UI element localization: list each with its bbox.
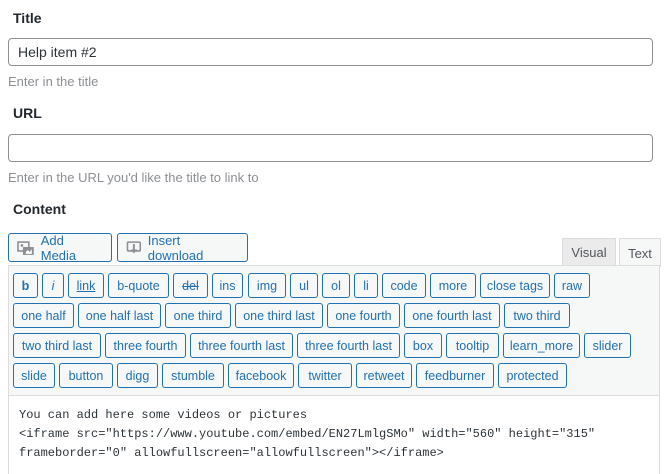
qt-box-button[interactable]: box (404, 333, 442, 358)
content-line: You can add here some videos or pictures (19, 408, 308, 422)
insert-download-label: Insert download (147, 232, 204, 263)
qt-feedburner-button[interactable]: feedburner (416, 363, 494, 388)
qt-one-third-last-button[interactable]: one third last (235, 303, 323, 328)
content-line: <iframe src="https://www.youtube.com/emb… (19, 427, 596, 441)
url-input[interactable] (8, 134, 653, 162)
qt-three-fourth-button[interactable]: three fourth (105, 333, 186, 358)
qt-two-third-last-button[interactable]: two third last (13, 333, 101, 358)
qt-facebook-button[interactable]: facebook (228, 363, 294, 388)
qt-one-third-button[interactable]: one third (165, 303, 231, 328)
download-icon (126, 240, 142, 253)
content-label: Content (13, 201, 66, 217)
qt-one-half-button[interactable]: one half (13, 303, 74, 328)
content-line: frameborder="0" allowfullscreen="allowfu… (19, 446, 444, 460)
qt-bold-button[interactable]: b (13, 273, 38, 298)
qt-bquote-button[interactable]: b-quote (108, 273, 169, 298)
add-media-icon (17, 240, 34, 255)
tab-text[interactable]: Text (619, 238, 661, 267)
qt-close-tags-button[interactable]: close tags (480, 273, 550, 298)
qt-button-button[interactable]: button (59, 363, 113, 388)
insert-download-button[interactable]: Insert download (117, 232, 248, 263)
qt-two-third-button[interactable]: two third (504, 303, 570, 328)
qt-protected-button[interactable]: protected (498, 363, 567, 388)
content-textarea[interactable]: You can add here some videos or pictures… (8, 395, 660, 474)
qt-code-button[interactable]: code (382, 273, 426, 298)
qt-retweet-button[interactable]: retweet (356, 363, 412, 388)
add-media-label: Add Media (40, 232, 77, 263)
qt-one-fourth-last-button[interactable]: one fourth last (404, 303, 500, 328)
qt-tooltip-button[interactable]: tooltip (446, 333, 499, 358)
url-label: URL (13, 105, 42, 121)
qt-raw-button[interactable]: raw (554, 273, 590, 298)
qt-more-button[interactable]: more (430, 273, 476, 298)
qt-link-button[interactable]: link (68, 273, 104, 298)
title-input[interactable] (8, 38, 653, 66)
qt-img-button[interactable]: img (248, 273, 286, 298)
tab-visual[interactable]: Visual (562, 238, 616, 266)
qt-three-fourth-last-button[interactable]: three fourth last (190, 333, 293, 358)
qt-three-fourth-last-button-2[interactable]: three fourth last (297, 333, 400, 358)
title-hint: Enter in the title (8, 74, 99, 89)
qt-one-half-last-button[interactable]: one half last (78, 303, 161, 328)
qt-ol-button[interactable]: ol (322, 273, 350, 298)
add-media-button[interactable]: Add Media (8, 232, 112, 263)
qt-ul-button[interactable]: ul (290, 273, 318, 298)
url-hint: Enter in the URL you'd like the title to… (8, 170, 259, 185)
qt-learn-more-button[interactable]: learn_more (503, 333, 580, 358)
title-label: Title (13, 10, 42, 26)
qt-one-fourth-button[interactable]: one fourth (327, 303, 400, 328)
qt-ins-button[interactable]: ins (212, 273, 243, 298)
qt-slider-button[interactable]: slider (584, 333, 631, 358)
qt-twitter-button[interactable]: twitter (298, 363, 352, 388)
qt-stumble-button[interactable]: stumble (162, 363, 224, 388)
qt-digg-button[interactable]: digg (117, 363, 158, 388)
qt-slide-button[interactable]: slide (13, 363, 55, 388)
qt-del-button[interactable]: del (173, 273, 208, 298)
qt-italic-button[interactable]: i (42, 273, 64, 298)
qt-li-button[interactable]: li (354, 273, 378, 298)
